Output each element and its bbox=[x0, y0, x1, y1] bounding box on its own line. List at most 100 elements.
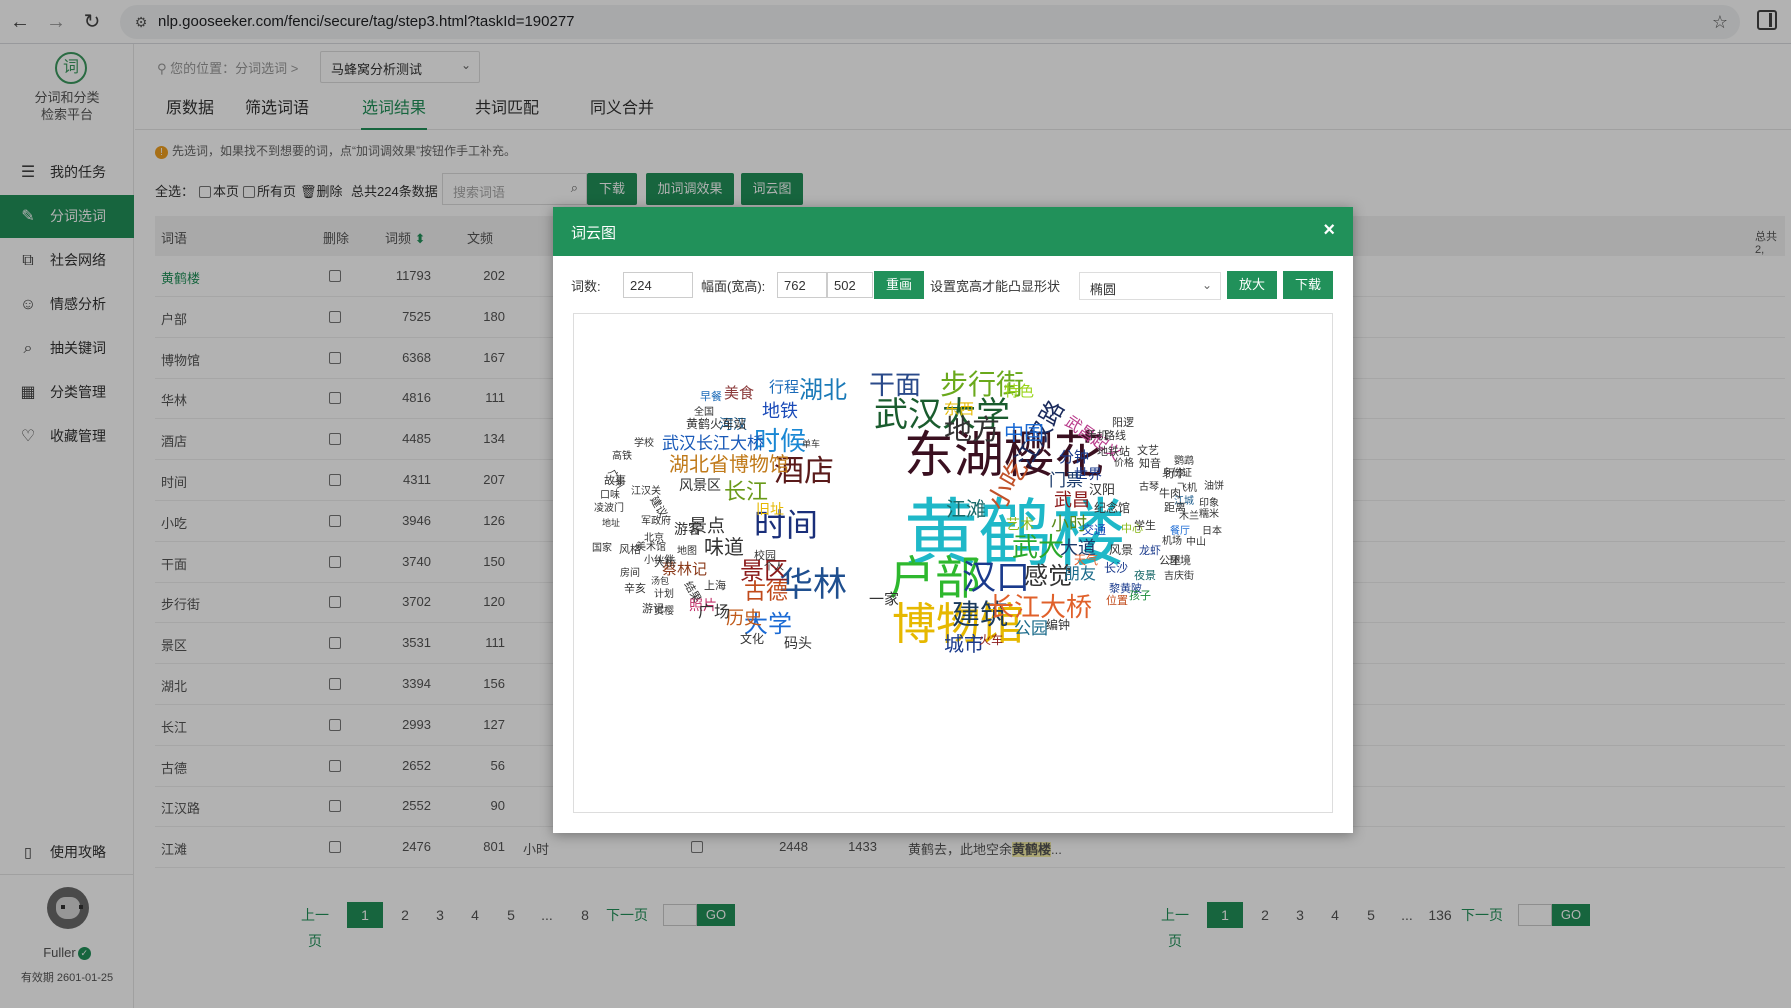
dialog-header: 词云图 × bbox=[553, 207, 1353, 256]
wordcloud-word: 行程 bbox=[769, 378, 799, 396]
wordcloud-word: 国家 bbox=[592, 541, 612, 554]
wordcloud-word: 大桥 bbox=[654, 555, 676, 569]
height-input[interactable]: 502 bbox=[827, 272, 873, 298]
wordcloud-word: 旧址 bbox=[756, 502, 784, 518]
wordcloud-word: 孩子 bbox=[1129, 589, 1151, 602]
wordcloud-word: 学生 bbox=[1134, 518, 1156, 532]
wordcloud-word: 故事 bbox=[604, 473, 626, 487]
wordcloud-word: 油饼 bbox=[1204, 479, 1224, 492]
word-count-label: 词数: bbox=[571, 279, 601, 294]
wordcloud-word: 一家 bbox=[869, 590, 899, 608]
wordcloud-word: 餐厅 bbox=[1170, 524, 1190, 537]
wordcloud-word: 吉庆街 bbox=[1164, 569, 1194, 582]
wordcloud-word: 湖北 bbox=[799, 376, 847, 404]
wordcloud-word: 古德 bbox=[744, 580, 788, 605]
wordcloud-word: 凌波门 bbox=[594, 501, 624, 514]
wordcloud-word: 地铁 bbox=[762, 401, 798, 422]
wordcloud-word: 武大 bbox=[1012, 533, 1064, 563]
wordcloud-word: 湖北省博物馆 bbox=[669, 452, 789, 476]
wordcloud-word: 码头 bbox=[784, 636, 812, 652]
wordcloud-word: 印象 bbox=[1199, 497, 1219, 509]
wordcloud-word: 广场 bbox=[698, 602, 730, 621]
wordcloud-word: 房间 bbox=[620, 566, 640, 579]
download-cloud-button[interactable]: 下载 bbox=[1283, 271, 1333, 299]
wordcloud-word: 干面 bbox=[869, 371, 921, 401]
close-icon[interactable]: × bbox=[1323, 219, 1335, 242]
wordcloud-word: 世界 bbox=[1074, 467, 1102, 483]
wordcloud-canvas: 黄鹤楼 东湖樱花 户部 博物馆 汉口 华林 武汉大学 时间 酒店 地方 建筑 长江大桥 步行街 干面 湖北时… bbox=[573, 313, 1333, 813]
wordcloud-word: 交通 bbox=[1082, 522, 1106, 537]
wordcloud-word: 地址 bbox=[602, 517, 620, 529]
wordcloud-word: 艺术 bbox=[1006, 517, 1034, 533]
wordcloud-word: 飞机 bbox=[1177, 481, 1197, 494]
wordcloud-word: 单车 bbox=[802, 438, 820, 450]
wordcloud-word: 古琴 bbox=[1139, 480, 1159, 493]
wordcloud-word: 风格 bbox=[619, 542, 641, 556]
wordcloud-word: 夜景 bbox=[1134, 568, 1156, 582]
wordcloud-word: 辛亥 bbox=[624, 581, 646, 595]
wordcloud-word: 风景 bbox=[1109, 543, 1133, 557]
wordcloud-word: 纪念馆 bbox=[1094, 500, 1130, 515]
wordcloud-word: 鹦鹉 bbox=[1174, 454, 1194, 467]
wordcloud-word: 龙虾 bbox=[1139, 544, 1161, 557]
wordcloud-word: 历史 bbox=[726, 608, 762, 629]
wordcloud-word: 学校 bbox=[634, 436, 654, 449]
wordcloud-word: 游客 bbox=[674, 521, 702, 538]
word-count-input[interactable]: 224 bbox=[623, 272, 693, 298]
redraw-button[interactable]: 重画 bbox=[874, 271, 924, 299]
wordcloud-word: 风景区 bbox=[679, 478, 721, 494]
wordcloud-word: 日本 bbox=[1202, 524, 1222, 537]
wordcloud-word: 位置 bbox=[1106, 593, 1128, 607]
wordcloud-word: 糯米 bbox=[1199, 507, 1219, 520]
wordcloud-word: 阳逻 bbox=[1112, 416, 1134, 429]
wordcloud-word: 汉阳 bbox=[1089, 483, 1115, 498]
wordcloud-word: 特色 bbox=[1004, 382, 1034, 400]
wordcloud-word: 行李 bbox=[1164, 466, 1186, 480]
wordcloud-word: 军政府 bbox=[641, 514, 671, 527]
wordcloud-word: 校园 bbox=[754, 548, 776, 562]
wordcloud-word: 地铁站 bbox=[1097, 444, 1130, 458]
wordcloud-word: 江滩 bbox=[946, 497, 986, 521]
wordcloud-word: 环境 bbox=[1169, 553, 1191, 567]
wordcloud-word: 口味 bbox=[600, 489, 620, 501]
wordcloud-word: 中国 bbox=[1004, 421, 1044, 445]
wordcloud-word: 手机 bbox=[1086, 428, 1108, 442]
wordcloud-word: 分钟 bbox=[1059, 448, 1089, 466]
wordcloud-word: 黄鹤火车站 bbox=[686, 416, 746, 431]
wordcloud-word: 长沙 bbox=[1104, 561, 1128, 575]
wordcloud-word: 游记 bbox=[642, 602, 664, 615]
shape-hint: 设置宽高才能凸显形状 bbox=[930, 279, 1061, 294]
wordcloud-word: 武昌 bbox=[1054, 490, 1090, 511]
wordcloud-word: 个人 bbox=[764, 561, 784, 573]
wordcloud-word: 城市 bbox=[944, 632, 984, 656]
wordcloud-word: 公园 bbox=[1014, 619, 1048, 639]
dialog-title: 词云图 bbox=[571, 225, 617, 242]
wordcloud-word: 计划 bbox=[654, 587, 674, 600]
wordcloud-word: 地图 bbox=[677, 544, 697, 557]
zoom-button[interactable]: 放大 bbox=[1227, 271, 1277, 299]
wordcloud-word: 汉口 bbox=[962, 558, 1030, 598]
wordcloud-word: 美食 bbox=[724, 384, 754, 402]
wordcloud-word: 编钟 bbox=[1046, 617, 1070, 632]
wordcloud-word: 早餐 bbox=[700, 389, 722, 403]
wordcloud-word: 高铁 bbox=[612, 449, 632, 462]
wordcloud-word: 汤包 bbox=[651, 575, 669, 587]
wordcloud-word: 火车 bbox=[979, 632, 1003, 647]
wordcloud-dialog: 词云图 × 词数: 224 幅面(宽高): 762 502 重画 设置宽高才能凸… bbox=[553, 207, 1353, 833]
wordcloud-word: 天气 bbox=[1074, 552, 1098, 567]
wordcloud-word: 武汉长江大桥 bbox=[662, 434, 764, 454]
chevron-down-icon: ⌄ bbox=[1201, 278, 1212, 292]
width-input[interactable]: 762 bbox=[777, 272, 827, 298]
wordcloud-word: 东西 bbox=[944, 400, 974, 418]
wordcloud-word: 华林 bbox=[779, 565, 847, 605]
wordcloud-word: 距离 bbox=[1164, 500, 1186, 514]
wordcloud-word: 文艺 bbox=[1137, 443, 1159, 457]
wordcloud-word: 味道 bbox=[704, 535, 744, 559]
wordcloud-word: 上海 bbox=[704, 578, 726, 592]
wordcloud-svg: 黄鹤楼东湖樱花户部博物馆汉口华林武汉大学时间酒店地方建筑长江大桥步行街干面湖北时… bbox=[592, 368, 1224, 656]
wordcloud-word: 文化 bbox=[740, 631, 764, 646]
wordcloud-word: 知音 bbox=[1139, 456, 1161, 470]
dialog-controls: 词数: 224 幅面(宽高): 762 502 重画 设置宽高才能凸显形状 椭圆… bbox=[553, 263, 1353, 300]
shape-select[interactable]: 椭圆 ⌄ bbox=[1079, 272, 1221, 300]
size-label: 幅面(宽高): bbox=[701, 279, 766, 294]
